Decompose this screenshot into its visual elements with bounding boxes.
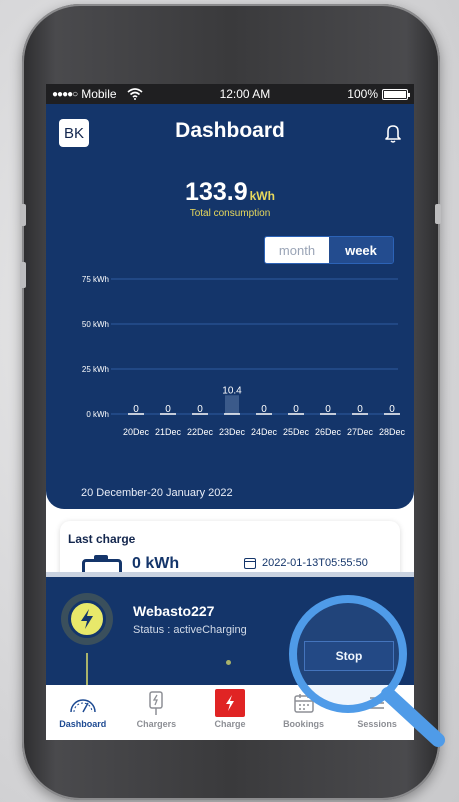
toggle-month[interactable]: month	[265, 237, 329, 263]
last-charge-energy: 0 kWh	[132, 555, 180, 572]
chart-value-label: 0	[293, 404, 299, 415]
page-title: Dashboard	[175, 119, 285, 142]
chart-y-tick-label: 75 kWh	[82, 275, 109, 284]
phone-volume-up	[20, 262, 26, 288]
tab-chargers[interactable]: Chargers	[120, 685, 194, 740]
charging-bolt-icon	[61, 593, 113, 645]
period-toggle: month week	[264, 236, 394, 264]
chart-x-tick-label: 25Dec	[283, 427, 310, 437]
signal-dots: ●●●●○	[52, 88, 78, 100]
page-indicator-dot[interactable]	[226, 660, 231, 665]
chart-y-tick-label: 50 kWh	[82, 320, 109, 329]
chart-x-tick-label: 27Dec	[347, 427, 374, 437]
toggle-week[interactable]: week	[329, 237, 393, 263]
tab-charge[interactable]: Charge	[193, 685, 267, 740]
total-unit: kWh	[249, 189, 275, 203]
active-session-sheet: Webasto227 Status : activeCharging Stop	[46, 572, 414, 693]
chart-x-tick-label: 20Dec	[123, 427, 150, 437]
chart-x-tick-label: 24Dec	[251, 427, 278, 437]
chart-value-label: 0	[165, 404, 171, 415]
list-icon	[370, 697, 385, 709]
station-name: Webasto227	[133, 603, 215, 619]
app-screen: ●●●●○ Mobile 12:00 AM 100% BK Dashboard …	[46, 84, 414, 740]
total-value: 133.9	[185, 178, 248, 206]
date-range: 20 December-20 January 2022	[81, 487, 233, 499]
battery-percent: 100%	[347, 87, 378, 101]
gauge-icon	[70, 699, 96, 713]
charger-plug-icon	[149, 691, 164, 715]
chart-value-label: 0	[389, 404, 395, 415]
chart-x-tick-label: 26Dec	[315, 427, 342, 437]
tab-sessions[interactable]: Sessions	[340, 685, 414, 740]
calendar-icon	[244, 557, 256, 569]
tab-chargers-label: Chargers	[136, 719, 177, 729]
last-charge-date-row: 2022-01-13T05:55:50	[244, 557, 368, 569]
chart-svg: 0 kWh 25 kWh 50 kWh 75 kWh 0 20Dec 0 21Dec 0 22De…	[82, 275, 406, 437]
tab-bookings[interactable]: Bookings	[267, 685, 341, 740]
tab-bar: Dashboard Chargers Charge Bookings Sessi…	[46, 685, 414, 740]
consumption-chart: 0 kWh 25 kWh 50 kWh 75 kWh 0 20Dec 0 21Dec 0 22De…	[46, 269, 414, 469]
tab-charge-label: Charge	[214, 719, 246, 729]
total-label: Total consumption	[189, 208, 271, 219]
dashboard-panel: BK Dashboard 133.9 kWh Total consumption …	[46, 104, 414, 509]
carrier-name: Mobile	[81, 87, 117, 101]
status-bar: ●●●●○ Mobile 12:00 AM 100%	[46, 84, 414, 104]
chart-y-tick-label: 0 kWh	[86, 410, 109, 419]
calendar-icon	[293, 694, 314, 713]
chart-bar	[225, 395, 239, 414]
chart-value-label: 0	[197, 404, 203, 415]
tab-sessions-label: Sessions	[357, 719, 397, 729]
tab-dashboard-label: Dashboard	[59, 719, 107, 729]
tab-dashboard[interactable]: Dashboard	[46, 685, 120, 740]
bolt-icon	[214, 689, 245, 717]
chart-y-tick-label: 25 kWh	[82, 365, 109, 374]
chart-value-label: 10.4	[222, 385, 242, 396]
tab-bookings-label: Bookings	[283, 719, 325, 729]
chart-x-tick-label: 22Dec	[187, 427, 214, 437]
clock: 12:00 AM	[219, 87, 271, 101]
wifi-icon	[127, 88, 143, 100]
total-consumption: 133.9 kWh Total consumption	[46, 178, 414, 219]
phone-mute-switch	[20, 204, 26, 226]
chart-value-label: 0	[133, 404, 139, 415]
chart-value-label: 0	[261, 404, 267, 415]
bell-icon[interactable]	[384, 123, 402, 143]
battery-icon	[382, 88, 410, 100]
last-charge-title: Last charge	[68, 532, 136, 546]
chart-x-tick-label: 23Dec	[219, 427, 246, 437]
station-status: Status : activeCharging	[133, 624, 247, 636]
chart-value-label: 0	[357, 404, 363, 415]
chart-x-tick-label: 21Dec	[155, 427, 182, 437]
last-charge-date: 2022-01-13T05:55:50	[262, 557, 368, 569]
chart-value-label: 0	[325, 404, 331, 415]
phone-power-button	[435, 204, 441, 224]
chart-x-tick-label: 28Dec	[379, 427, 406, 437]
stop-button[interactable]: Stop	[304, 641, 394, 671]
